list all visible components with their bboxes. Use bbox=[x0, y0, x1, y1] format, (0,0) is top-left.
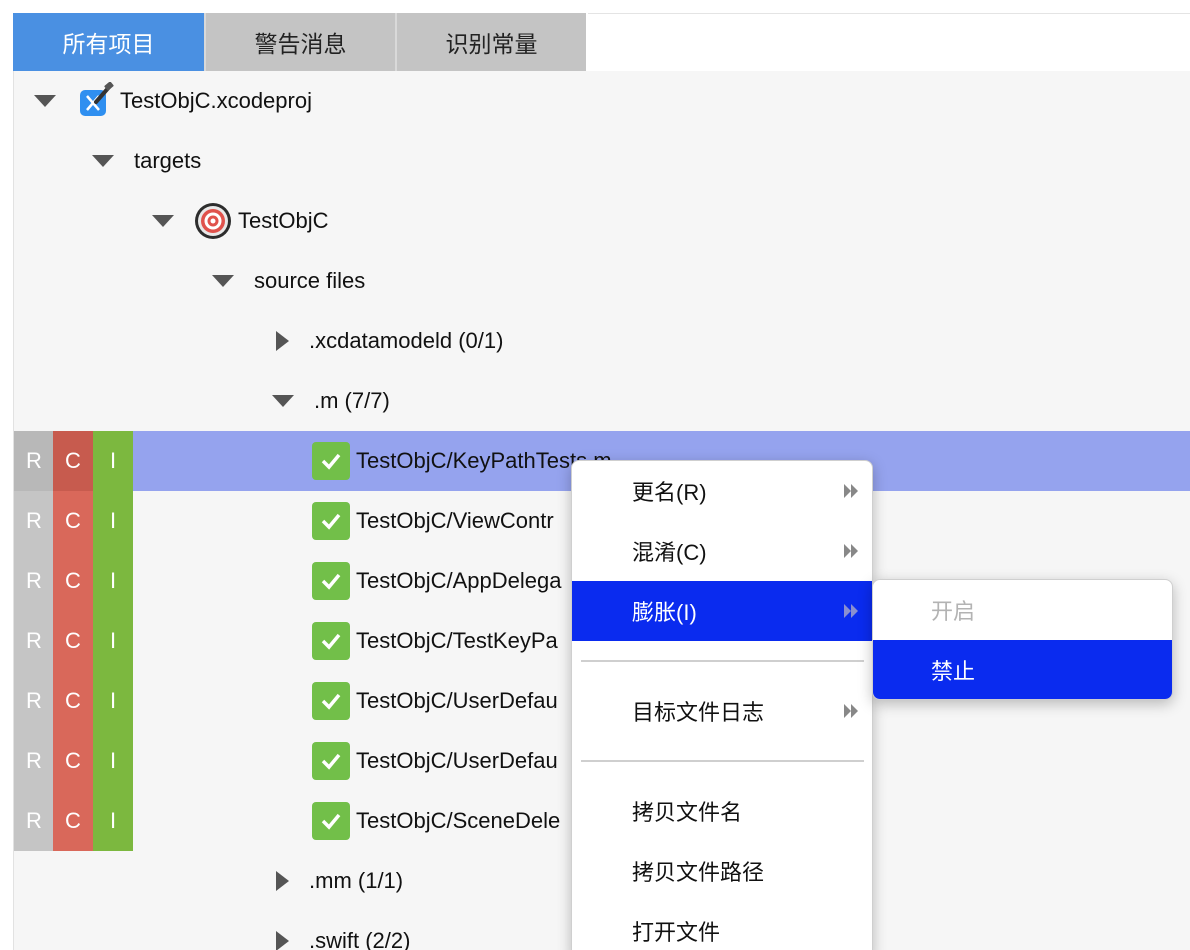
menu-item-rename[interactable]: 更名(R) bbox=[572, 461, 872, 521]
rename-badge[interactable]: R bbox=[14, 611, 54, 671]
menu-separator bbox=[581, 760, 864, 762]
target-name: TestObjC bbox=[238, 208, 329, 233]
obfuscate-badge[interactable]: C bbox=[53, 791, 93, 851]
context-menu: 更名(R) 混淆(C) 膨胀(I) 目标文件日志 拷贝文件名 拷贝文件路径 打开… bbox=[571, 460, 873, 950]
menu-item-label: 混淆(C) bbox=[632, 540, 707, 565]
inflate-badge[interactable]: I bbox=[93, 671, 133, 731]
file-name: TestObjC/UserDefau bbox=[356, 688, 558, 713]
rename-badge[interactable]: R bbox=[14, 791, 54, 851]
file-name: TestObjC/UserDefau bbox=[356, 748, 558, 773]
menu-item-label: 拷贝文件路径 bbox=[632, 860, 765, 885]
tree-row-project[interactable]: TestObjC.xcodeproj bbox=[14, 71, 1190, 131]
disclosure-expanded-icon[interactable] bbox=[152, 215, 174, 227]
disclosure-collapsed-icon[interactable] bbox=[276, 871, 289, 891]
menu-item-open-file[interactable]: 打开文件 bbox=[572, 901, 872, 950]
inflate-badge[interactable]: I bbox=[93, 731, 133, 791]
tree-row-source-files[interactable]: source files bbox=[14, 251, 1190, 311]
menu-item-obfuscate[interactable]: 混淆(C) bbox=[572, 521, 872, 581]
checkbox-checked-icon[interactable] bbox=[312, 802, 350, 840]
obfuscate-badge[interactable]: C bbox=[53, 671, 93, 731]
xcode-project-icon bbox=[80, 82, 114, 116]
disclosure-expanded-icon[interactable] bbox=[272, 395, 294, 407]
tab-constants[interactable]: 识别常量 bbox=[395, 13, 586, 71]
group-label: .m (7/7) bbox=[314, 388, 390, 413]
inflate-badge[interactable]: I bbox=[93, 791, 133, 851]
checkbox-checked-icon[interactable] bbox=[312, 442, 350, 480]
inflate-badge[interactable]: I bbox=[93, 611, 133, 671]
rename-badge[interactable]: R bbox=[14, 491, 54, 551]
menu-item-inflate[interactable]: 膨胀(I) bbox=[572, 581, 872, 641]
tab-bar-rest bbox=[588, 13, 1190, 71]
inflate-badge[interactable]: I bbox=[93, 551, 133, 611]
file-name: TestObjC/AppDelega bbox=[356, 568, 562, 593]
checkbox-checked-icon[interactable] bbox=[312, 562, 350, 600]
rename-badge[interactable]: R bbox=[14, 671, 54, 731]
tab-all-items[interactable]: 所有项目 bbox=[13, 13, 204, 71]
tree-row-target[interactable]: TestObjC bbox=[14, 191, 1190, 251]
submenu-item-label: 禁止 bbox=[931, 659, 976, 684]
checkbox-checked-icon[interactable] bbox=[312, 502, 350, 540]
submenu-arrow-icon bbox=[844, 484, 858, 498]
submenu-item-label: 开启 bbox=[931, 599, 976, 624]
rename-badge[interactable]: R bbox=[14, 731, 54, 791]
menu-separator bbox=[581, 660, 864, 662]
disclosure-expanded-icon[interactable] bbox=[34, 95, 56, 107]
file-name: TestObjC/ViewContr bbox=[356, 508, 554, 533]
obfuscate-badge[interactable]: C bbox=[53, 611, 93, 671]
tree-row-group-xcdatamodeld[interactable]: .xcdatamodeld (0/1) bbox=[14, 311, 1190, 371]
menu-item-label: 膨胀(I) bbox=[632, 600, 697, 625]
disclosure-collapsed-icon[interactable] bbox=[276, 931, 289, 950]
group-label: .xcdatamodeld (0/1) bbox=[309, 328, 504, 353]
rename-badge[interactable]: R bbox=[14, 431, 54, 491]
tree-row-group-m[interactable]: .m (7/7) bbox=[14, 371, 1190, 431]
tree-row-targets[interactable]: targets bbox=[14, 131, 1190, 191]
group-label: .mm (1/1) bbox=[309, 868, 404, 893]
tab-warnings[interactable]: 警告消息 bbox=[204, 13, 395, 71]
targets-label: targets bbox=[134, 148, 202, 173]
file-name: TestObjC/SceneDele bbox=[356, 808, 561, 833]
submenu-arrow-icon bbox=[844, 704, 858, 718]
checkbox-checked-icon[interactable] bbox=[312, 622, 350, 660]
checkbox-checked-icon[interactable] bbox=[312, 682, 350, 720]
tab-bar: 所有项目 警告消息 识别常量 bbox=[13, 13, 586, 71]
file-name: TestObjC/TestKeyPa bbox=[356, 628, 558, 653]
menu-item-label: 目标文件日志 bbox=[632, 700, 765, 725]
submenu-item-enable: 开启 bbox=[873, 580, 1172, 640]
obfuscate-badge[interactable]: C bbox=[53, 431, 93, 491]
inflate-submenu: 开启 禁止 bbox=[872, 579, 1173, 700]
group-label: .swift (2/2) bbox=[309, 928, 411, 950]
menu-item-label: 拷贝文件名 bbox=[632, 800, 743, 825]
project-name: TestObjC.xcodeproj bbox=[120, 88, 312, 113]
obfuscate-badge[interactable]: C bbox=[53, 731, 93, 791]
inflate-badge[interactable]: I bbox=[93, 491, 133, 551]
target-icon bbox=[195, 203, 231, 239]
submenu-arrow-icon bbox=[844, 544, 858, 558]
rename-badge[interactable]: R bbox=[14, 551, 54, 611]
disclosure-collapsed-icon[interactable] bbox=[276, 331, 289, 351]
submenu-arrow-icon bbox=[844, 604, 858, 618]
obfuscate-badge[interactable]: C bbox=[53, 551, 93, 611]
checkbox-checked-icon[interactable] bbox=[312, 742, 350, 780]
menu-item-label: 打开文件 bbox=[632, 920, 721, 945]
disclosure-expanded-icon[interactable] bbox=[212, 275, 234, 287]
submenu-item-disable[interactable]: 禁止 bbox=[873, 640, 1172, 699]
obfuscate-badge[interactable]: C bbox=[53, 491, 93, 551]
menu-item-target-log[interactable]: 目标文件日志 bbox=[572, 681, 872, 741]
menu-item-copy-filepath[interactable]: 拷贝文件路径 bbox=[572, 841, 872, 901]
inflate-badge[interactable]: I bbox=[93, 431, 133, 491]
menu-item-copy-filename[interactable]: 拷贝文件名 bbox=[572, 781, 872, 841]
source-files-label: source files bbox=[254, 268, 366, 293]
menu-item-label: 更名(R) bbox=[632, 480, 707, 505]
disclosure-expanded-icon[interactable] bbox=[92, 155, 114, 167]
